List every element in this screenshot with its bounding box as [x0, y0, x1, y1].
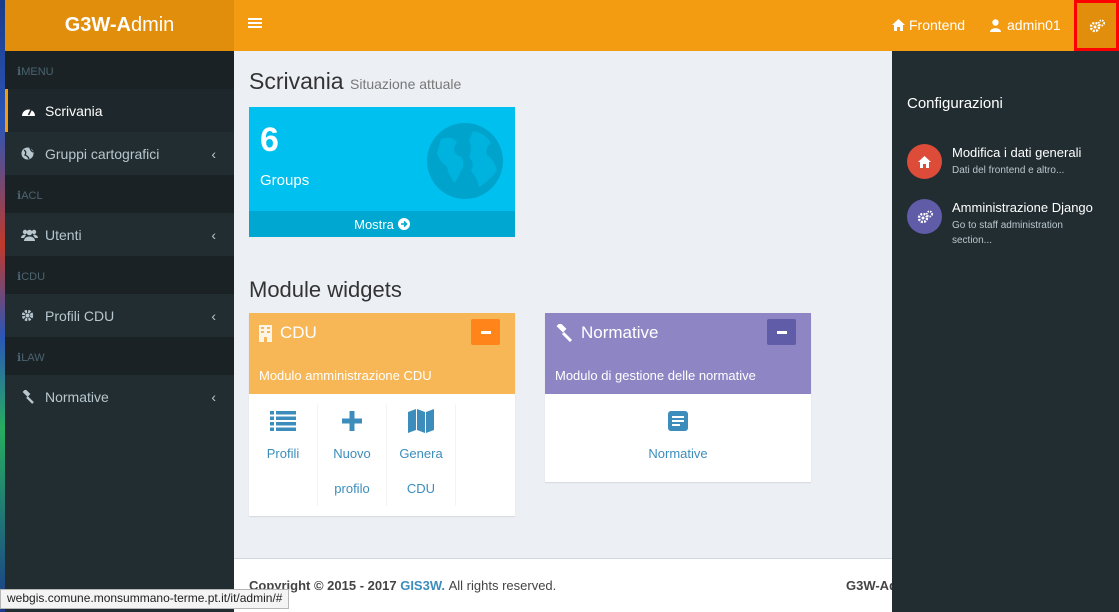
page-title: Scrivania: [249, 68, 344, 94]
app-logo[interactable]: G3W-A dmin: [5, 0, 234, 51]
list-icon: [249, 406, 317, 436]
control-sidebar-title: Configurazioni: [907, 95, 1003, 112]
control-sidebar: Configurazioni Modifica i dati generali …: [892, 51, 1119, 612]
sidebar-item-label: Profili CDU: [45, 307, 115, 324]
sidebar-item-label: Normative: [45, 388, 109, 405]
widget-title: CDU: [259, 323, 317, 343]
sidebar-section-menu: ℹMENU: [5, 51, 234, 89]
home-icon: [907, 144, 942, 179]
chevron-left-icon: ‹: [211, 146, 216, 162]
chevron-left-icon: ‹: [211, 227, 216, 243]
main-footer: Copyright © 2015 - 2017 GIS3W. All right…: [234, 558, 897, 612]
sidebar-item-label: Gruppi cartografici: [45, 145, 160, 162]
logo-thin: dmin: [130, 14, 175, 36]
genera-cdu-action[interactable]: Genera CDU: [387, 404, 456, 506]
sidebar-item-normative[interactable]: Normative ‹: [5, 375, 234, 418]
users-icon: [21, 229, 45, 241]
gavel-icon: [556, 324, 573, 342]
mostra-label: Mostra: [354, 216, 394, 232]
top-navbar: Frontend admin01: [234, 0, 1119, 51]
globe-icon: [21, 147, 45, 160]
widget-actions: Profili Nuovo profilo Genera CDU: [249, 394, 515, 506]
sidebar-section-law: ℹLAW: [5, 337, 234, 375]
main-sidebar: ℹMENU Scrivania Gruppi cartografici ‹ ℹA…: [5, 51, 234, 612]
widgets-section-title: Module widgets: [249, 277, 402, 302]
amministrazione-django-item[interactable]: Amministrazione Django Go to staff admin…: [907, 199, 1093, 248]
menu-toggle-icon[interactable]: [248, 16, 262, 34]
stat-label: Groups: [260, 172, 310, 189]
sidebar-item-label: Scrivania: [45, 102, 103, 119]
building-icon: [259, 324, 272, 342]
gears-icon: [907, 199, 942, 234]
home-icon: [892, 19, 905, 31]
sidebar-section-cdu: ℹCDU: [5, 256, 234, 294]
footer-brand: G3W-Ad: [846, 578, 898, 593]
profili-action[interactable]: Profili: [249, 404, 318, 506]
groups-stat-box: 6 Groups Mostra: [249, 107, 515, 237]
widget-title: Normative: [555, 323, 658, 343]
nuovo-profilo-action[interactable]: Nuovo profilo: [318, 404, 387, 506]
widget-actions: Normative: [545, 394, 811, 471]
sidebar-item-scrivania[interactable]: Scrivania: [5, 89, 234, 132]
widget-description: Modulo amministrazione CDU: [259, 368, 432, 383]
sidebar-item-profili-cdu[interactable]: Profili CDU ‹: [5, 294, 234, 337]
content-wrapper: Scrivania Situazione attuale 6 Groups Mo…: [234, 51, 892, 558]
status-bar-url: webgis.comune.monsummano-terme.pt.it/it/…: [0, 589, 290, 609]
document-icon: [545, 406, 811, 436]
minus-icon: [776, 330, 787, 334]
company-link[interactable]: GIS3W.: [400, 578, 445, 593]
item-title: Modifica i dati generali: [952, 145, 1082, 160]
widget-header: CDU Modulo amministrazione CDU: [249, 313, 515, 394]
sidebar-section-acl: ℹACL: [5, 175, 234, 213]
collapse-button[interactable]: [471, 319, 500, 345]
map-icon: [387, 406, 455, 436]
widget-header: Normative Modulo di gestione delle norma…: [545, 313, 811, 394]
globe-icon: [425, 121, 505, 206]
frontend-link[interactable]: Frontend: [892, 17, 965, 33]
stat-number: 6: [260, 121, 279, 159]
frontend-label: Frontend: [909, 17, 966, 33]
gavel-icon: [21, 389, 45, 404]
logo-bold: G3W-A: [64, 14, 131, 36]
minus-icon: [480, 330, 491, 334]
user-label: admin01: [1007, 17, 1061, 33]
item-title: Amministrazione Django: [952, 200, 1093, 215]
sidebar-item-gruppi-cartografici[interactable]: Gruppi cartografici ‹: [5, 132, 234, 175]
widget-description: Modulo di gestione delle normative: [555, 368, 756, 383]
modifica-dati-generali-item[interactable]: Modifica i dati generali Dati del fronte…: [907, 144, 1092, 179]
dashboard-icon: [21, 105, 45, 117]
control-sidebar-toggle[interactable]: [1074, 0, 1119, 51]
cog-icon: [21, 309, 45, 322]
copyright-text: Copyright © 2015 - 2017 GIS3W. All right…: [249, 578, 557, 593]
collapse-button[interactable]: [767, 319, 796, 345]
user-icon: [990, 18, 1001, 32]
page-subtitle: Situazione attuale: [350, 76, 462, 92]
normative-widget: Normative Modulo di gestione delle norma…: [545, 313, 811, 482]
item-subtitle: Dati del frontend e altro...: [952, 165, 1065, 176]
cdu-widget: CDU Modulo amministrazione CDU Profili N…: [249, 313, 515, 516]
normative-action[interactable]: Normative: [545, 404, 811, 471]
mostra-link[interactable]: Mostra: [249, 211, 515, 237]
chevron-left-icon: ‹: [211, 389, 216, 405]
plus-icon: [318, 406, 386, 436]
item-subtitle: Go to staff administration section...: [952, 220, 1063, 246]
arrow-circle-right-icon: [397, 218, 410, 230]
chevron-left-icon: ‹: [211, 308, 216, 324]
user-menu[interactable]: admin01: [990, 17, 1061, 33]
sidebar-item-utenti[interactable]: Utenti ‹: [5, 213, 234, 256]
sidebar-item-label: Utenti: [45, 226, 82, 243]
gears-icon: [1089, 19, 1105, 32]
